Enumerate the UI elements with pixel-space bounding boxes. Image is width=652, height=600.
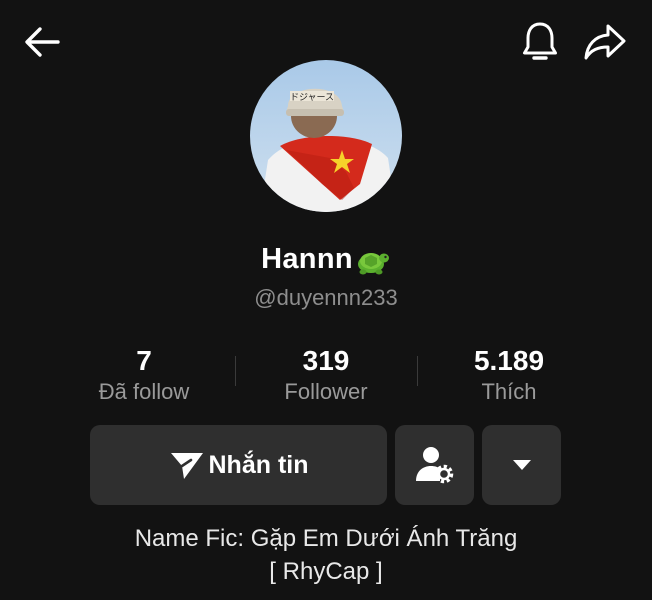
back-button[interactable] bbox=[20, 20, 64, 64]
more-options-button[interactable] bbox=[482, 425, 561, 505]
stat-followers[interactable]: 319 Follower bbox=[236, 344, 416, 406]
caret-down-icon bbox=[512, 460, 531, 470]
send-icon bbox=[170, 453, 203, 479]
share-arrow-icon bbox=[584, 24, 626, 60]
turtle-emoji-icon bbox=[355, 244, 391, 276]
stat-likes-label: Thích bbox=[481, 379, 537, 404]
bio-line-1: Name Fic: Gặp Em Dưới Ánh Trăng bbox=[134, 525, 518, 552]
arrow-left-icon bbox=[25, 27, 60, 57]
cap-text: ドジャース bbox=[290, 93, 334, 103]
stat-divider bbox=[417, 356, 418, 386]
stat-likes: 5.189 Thích bbox=[419, 344, 599, 406]
bio-line-2: [ RhyCap ] bbox=[269, 558, 383, 585]
message-button-label: Nhắn tin bbox=[208, 450, 309, 479]
profile-bio: Name Fic: Gặp Em Dưới Ánh Trăng [ RhyCap… bbox=[0, 522, 652, 588]
share-button[interactable] bbox=[580, 18, 630, 66]
stat-followers-value: 319 bbox=[302, 345, 350, 376]
message-button[interactable]: Nhắn tin bbox=[90, 425, 387, 505]
stat-followers-label: Follower bbox=[284, 379, 368, 404]
profile-display-name: Hannn bbox=[0, 243, 652, 276]
display-name-text: Hannn bbox=[261, 243, 353, 275]
bell-icon bbox=[523, 22, 557, 60]
friend-settings-button[interactable] bbox=[395, 425, 474, 505]
stat-following-value: 7 bbox=[136, 345, 152, 376]
stat-following[interactable]: 7 Đã follow bbox=[54, 344, 234, 406]
notification-button[interactable] bbox=[516, 18, 564, 66]
avatar-image: ドジャース bbox=[250, 60, 402, 212]
user-settings-icon bbox=[415, 447, 453, 484]
profile-username: @duyennn233 bbox=[254, 285, 398, 310]
stat-following-label: Đã follow bbox=[98, 379, 190, 404]
profile-avatar[interactable]: ドジャース bbox=[250, 60, 402, 212]
stat-likes-value: 5.189 bbox=[473, 345, 545, 376]
